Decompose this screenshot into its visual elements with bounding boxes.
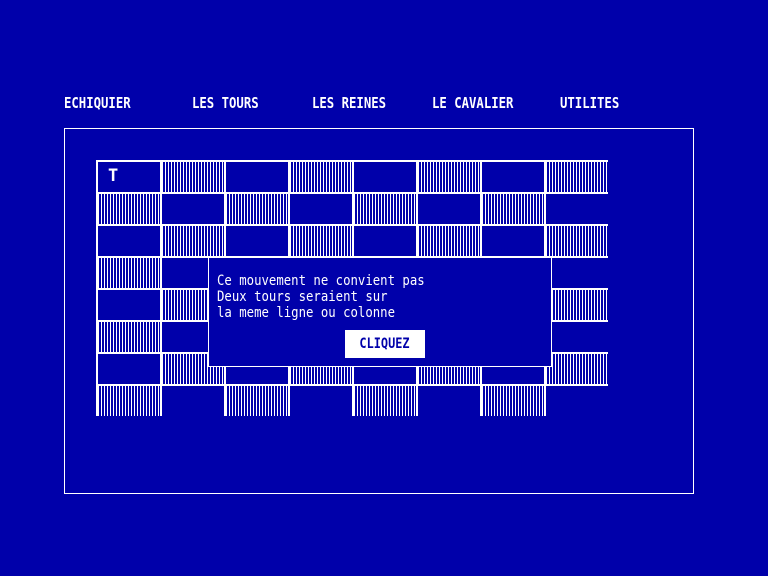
square-h6[interactable]	[546, 226, 608, 256]
square-e8[interactable]	[354, 162, 416, 192]
square-c6[interactable]	[226, 226, 288, 256]
square-h2[interactable]	[546, 354, 608, 384]
square-c1[interactable]	[226, 386, 288, 416]
rook-piece: T	[108, 166, 119, 186]
square-h5[interactable]	[546, 258, 608, 288]
square-c8[interactable]	[226, 162, 288, 192]
menu-les-reines[interactable]: LES REINES	[312, 93, 386, 113]
menu-les-tours[interactable]: LES TOURS	[192, 93, 259, 113]
square-a8[interactable]: T	[98, 162, 160, 192]
square-a6[interactable]	[98, 226, 160, 256]
square-d1[interactable]	[290, 386, 352, 416]
square-b6[interactable]	[162, 226, 224, 256]
cliquez-button-label: CLIQUEZ	[359, 336, 411, 352]
square-d7[interactable]	[290, 194, 352, 224]
square-a3[interactable]	[98, 322, 160, 352]
square-e6[interactable]	[354, 226, 416, 256]
square-g6[interactable]	[482, 226, 544, 256]
square-f7[interactable]	[418, 194, 480, 224]
menu-le-cavalier[interactable]: LE CAVALIER	[432, 93, 513, 113]
menu-bar: ECHIQUIER LES TOURS LES REINES LE CAVALI…	[0, 93, 768, 115]
square-a7[interactable]	[98, 194, 160, 224]
square-g7[interactable]	[482, 194, 544, 224]
square-h7[interactable]	[546, 194, 608, 224]
menu-echiquier[interactable]: ECHIQUIER	[64, 93, 131, 113]
square-h3[interactable]	[546, 322, 608, 352]
square-a2[interactable]	[98, 354, 160, 384]
alert-dialog: Ce mouvement ne convient pas Deux tours …	[208, 257, 552, 367]
dialog-message-line-1: Ce mouvement ne convient pas	[217, 273, 425, 289]
square-a4[interactable]	[98, 290, 160, 320]
dialog-message-line-2: Deux tours seraient sur	[217, 289, 388, 305]
square-h8[interactable]	[546, 162, 608, 192]
square-e7[interactable]	[354, 194, 416, 224]
square-e1[interactable]	[354, 386, 416, 416]
square-g8[interactable]	[482, 162, 544, 192]
square-f8[interactable]	[418, 162, 480, 192]
square-c7[interactable]	[226, 194, 288, 224]
square-h1[interactable]	[546, 386, 608, 416]
square-f1[interactable]	[418, 386, 480, 416]
square-d6[interactable]	[290, 226, 352, 256]
square-a1[interactable]	[98, 386, 160, 416]
square-b7[interactable]	[162, 194, 224, 224]
square-h4[interactable]	[546, 290, 608, 320]
square-b8[interactable]	[162, 162, 224, 192]
square-a5[interactable]	[98, 258, 160, 288]
menu-utilites[interactable]: UTILITES	[560, 93, 619, 113]
square-b1[interactable]	[162, 386, 224, 416]
square-d8[interactable]	[290, 162, 352, 192]
square-f6[interactable]	[418, 226, 480, 256]
cliquez-button[interactable]: CLIQUEZ	[345, 330, 425, 358]
dialog-message-line-3: la meme ligne ou colonne	[217, 305, 396, 321]
square-g1[interactable]	[482, 386, 544, 416]
